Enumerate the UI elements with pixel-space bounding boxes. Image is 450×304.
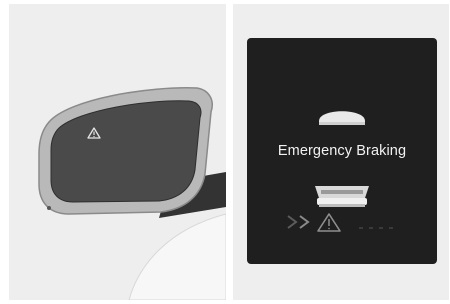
car-front-icon <box>319 111 365 125</box>
cluster-display-illustration: Emergency Braking <box>233 4 449 300</box>
instrument-cluster-display: Emergency Braking <box>247 38 437 264</box>
side-mirror-illustration <box>9 4 226 300</box>
double-chevron-right-icon <box>287 215 310 229</box>
progress-dots <box>359 227 393 229</box>
emergency-braking-message: Emergency Braking <box>277 143 407 159</box>
warning-triangle-icon <box>317 213 341 232</box>
car-rear-icon <box>315 186 369 207</box>
side-mirror-drawing <box>38 87 226 300</box>
